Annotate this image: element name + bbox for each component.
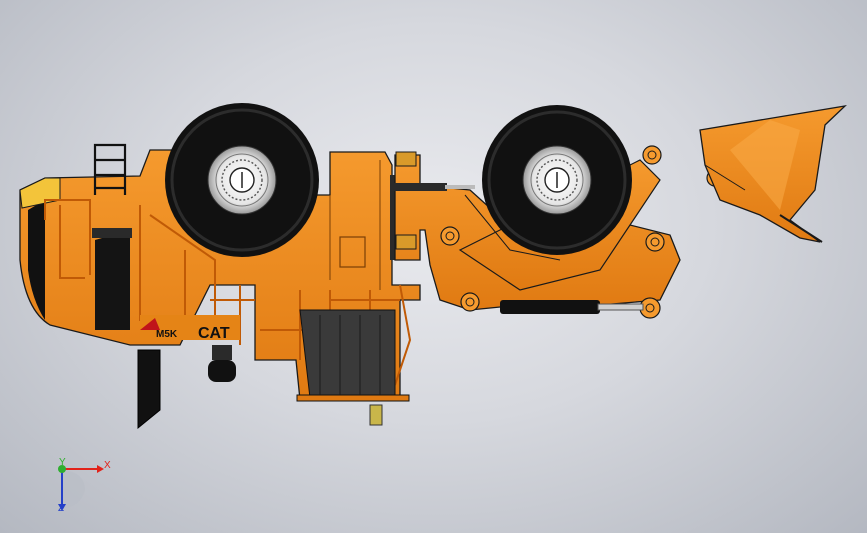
small-badge: M5K — [156, 329, 178, 340]
cat-badge: CAT — [198, 325, 230, 342]
front-wheel — [482, 105, 632, 255]
bucket — [699, 105, 847, 243]
x-axis-label: X — [104, 460, 111, 471]
y-axis-label: Y — [59, 457, 66, 468]
rear-wheel — [165, 103, 319, 257]
z-axis-label: Z — [58, 503, 65, 514]
loader-model[interactable]: M5K CAT — [0, 0, 867, 533]
cad-viewport[interactable]: M5K CAT X Y Z — [0, 0, 867, 533]
